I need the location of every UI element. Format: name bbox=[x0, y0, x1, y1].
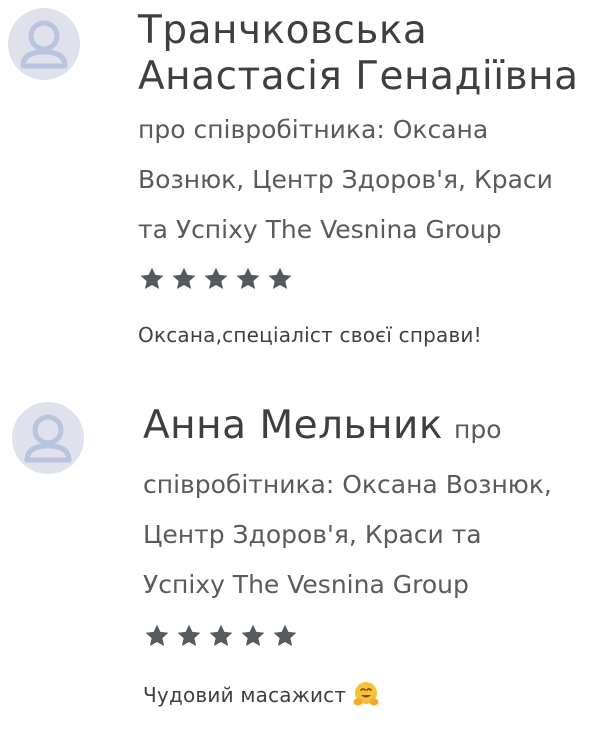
review-about-line: Центр Здоров'я, Краси та bbox=[143, 520, 482, 549]
rating-stars bbox=[138, 265, 598, 293]
review-comment-row: Чудовий масажист bbox=[143, 680, 598, 713]
review-about: співробітника: Оксана Вознюк, Центр Здор… bbox=[143, 460, 598, 610]
user-avatar-icon bbox=[8, 8, 80, 80]
review-about-line: про співробітника: Оксана bbox=[138, 115, 489, 144]
star-icon bbox=[204, 267, 228, 290]
reviewer-header: Анна Мельник про bbox=[143, 403, 598, 458]
reviewer-name: Анна Мельник bbox=[143, 403, 443, 448]
review-about-line: Успіху The Vesnina Group bbox=[143, 570, 469, 599]
reviewer-name-line: Анастасія Генадіївна bbox=[138, 54, 579, 99]
star-icon bbox=[268, 267, 292, 290]
rating-stars bbox=[143, 622, 598, 650]
reviewer-name-line: Транчковська bbox=[138, 8, 428, 53]
review-about: про співробітника: Оксана Вознюк, Центр … bbox=[138, 105, 598, 255]
star-icon bbox=[177, 624, 201, 647]
review-about-inline: про bbox=[454, 415, 502, 444]
review-comment: Чудовий масажист bbox=[143, 683, 347, 707]
review-about-line: співробітника: Оксана Вознюк, bbox=[143, 470, 552, 499]
review-about-line: та Успіху The Vesnina Group bbox=[138, 215, 502, 244]
star-icon bbox=[140, 267, 164, 290]
review-comment: Оксана,спеціаліст своєї справи! bbox=[138, 323, 482, 347]
star-icon bbox=[273, 624, 297, 647]
review-about-line: Вознюк, Центр Здоров'я, Краси bbox=[138, 165, 553, 194]
star-icon bbox=[145, 624, 169, 647]
user-avatar-icon bbox=[12, 402, 84, 474]
hugging-face-emoji-icon bbox=[352, 680, 380, 713]
star-icon bbox=[241, 624, 265, 647]
star-icon bbox=[172, 267, 196, 290]
star-icon bbox=[209, 624, 233, 647]
reviewer-name: Транчковська Анастасія Генадіївна bbox=[138, 8, 598, 100]
star-icon bbox=[236, 267, 260, 290]
